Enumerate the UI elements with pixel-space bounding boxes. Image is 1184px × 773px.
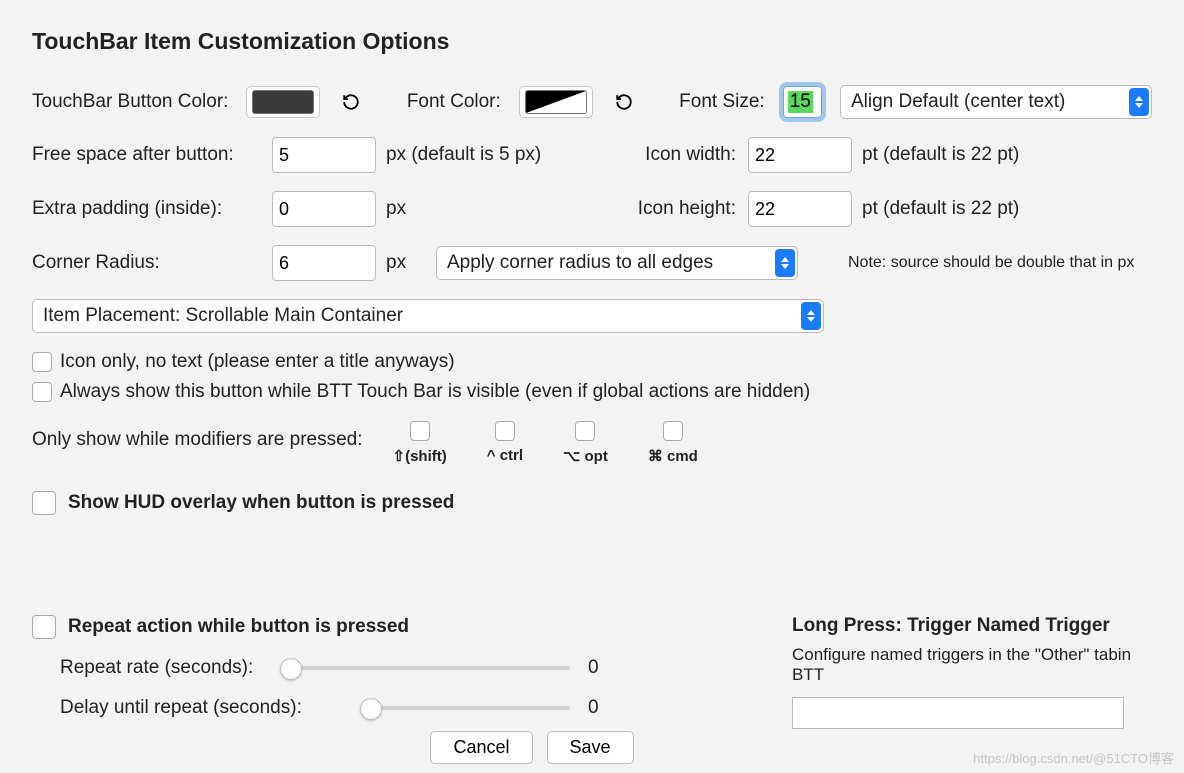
icon-width-label: Icon width: (616, 144, 736, 166)
corner-radius-label: Corner Radius: (32, 252, 272, 274)
always-show-checkbox[interactable] (32, 382, 52, 402)
longpress-title: Long Press: Trigger Named Trigger (792, 615, 1152, 637)
button-color-label: TouchBar Button Color: (32, 91, 228, 113)
placement-select[interactable]: Item Placement: Scrollable Main Containe… (32, 299, 824, 333)
watermark: https://blog.csdn.net/@51CTO博客 (973, 748, 1174, 767)
repeat-label: Repeat action while button is pressed (68, 616, 409, 638)
icon-height-input[interactable] (748, 191, 852, 227)
icon-height-label: Icon height: (616, 198, 736, 220)
font-size-value: 15 (788, 91, 813, 113)
longpress-desc: Configure named triggers in the "Other" … (792, 645, 1152, 685)
icon-width-unit: pt (default is 22 pt) (862, 144, 1019, 166)
cancel-button[interactable]: Cancel (430, 731, 532, 764)
hud-checkbox[interactable] (32, 491, 56, 515)
font-size-label: Font Size: (679, 91, 765, 113)
mod-opt-checkbox[interactable] (575, 421, 595, 441)
chevron-updown-icon (801, 302, 821, 330)
modifiers-label: Only show while modifiers are pressed: (32, 429, 363, 451)
icon-only-checkbox[interactable] (32, 352, 52, 372)
corner-radius-input[interactable] (272, 245, 376, 281)
mod-shift-checkbox[interactable] (410, 421, 430, 441)
align-select[interactable]: Align Default (center text) (840, 85, 1152, 119)
icon-width-input[interactable] (748, 137, 852, 173)
mod-opt-label: ⌥ opt (563, 447, 608, 465)
longpress-input[interactable] (792, 697, 1124, 729)
mod-shift-label: ⇧(shift) (393, 447, 447, 465)
repeat-rate-label: Repeat rate (seconds): (60, 657, 280, 679)
save-button[interactable]: Save (547, 731, 634, 764)
delay-label: Delay until repeat (seconds): (60, 697, 360, 719)
chevron-updown-icon (775, 249, 795, 277)
delay-value: 0 (588, 697, 599, 719)
free-space-label: Free space after button: (32, 144, 272, 166)
corner-note: Note: source should be double that in px (848, 254, 1134, 272)
mod-cmd-label: ⌘ cmd (648, 447, 698, 465)
repeat-rate-slider[interactable] (280, 666, 570, 670)
free-space-unit: px (default is 5 px) (386, 144, 616, 166)
icon-height-unit: pt (default is 22 pt) (862, 198, 1019, 220)
align-select-value: Align Default (center text) (851, 91, 1129, 113)
panel-title: TouchBar Item Customization Options (32, 28, 1152, 55)
repeat-rate-value: 0 (588, 657, 599, 679)
delay-slider[interactable] (360, 706, 570, 710)
chevron-updown-icon (1129, 88, 1149, 116)
placement-select-value: Item Placement: Scrollable Main Containe… (43, 305, 801, 327)
free-space-input[interactable] (272, 137, 376, 173)
button-color-swatch[interactable] (246, 86, 320, 118)
corner-radius-unit: px (386, 252, 436, 274)
extra-padding-unit: px (386, 198, 616, 220)
icon-only-label: Icon only, no text (please enter a title… (60, 351, 455, 373)
repeat-checkbox[interactable] (32, 615, 56, 639)
mod-ctrl-checkbox[interactable] (495, 421, 515, 441)
mod-ctrl-label: ^ ctrl (487, 447, 523, 464)
font-size-input[interactable]: 15 (783, 86, 822, 118)
extra-padding-label: Extra padding (inside): (32, 198, 272, 220)
hud-label: Show HUD overlay when button is pressed (68, 492, 454, 514)
reset-font-color-icon[interactable] (613, 91, 635, 113)
always-show-label: Always show this button while BTT Touch … (60, 381, 810, 403)
corner-edges-value: Apply corner radius to all edges (447, 252, 775, 274)
reset-button-color-icon[interactable] (340, 91, 362, 113)
extra-padding-input[interactable] (272, 191, 376, 227)
corner-edges-select[interactable]: Apply corner radius to all edges (436, 246, 798, 280)
mod-cmd-checkbox[interactable] (663, 421, 683, 441)
font-color-label: Font Color: (407, 91, 501, 113)
font-color-swatch[interactable] (519, 86, 593, 118)
